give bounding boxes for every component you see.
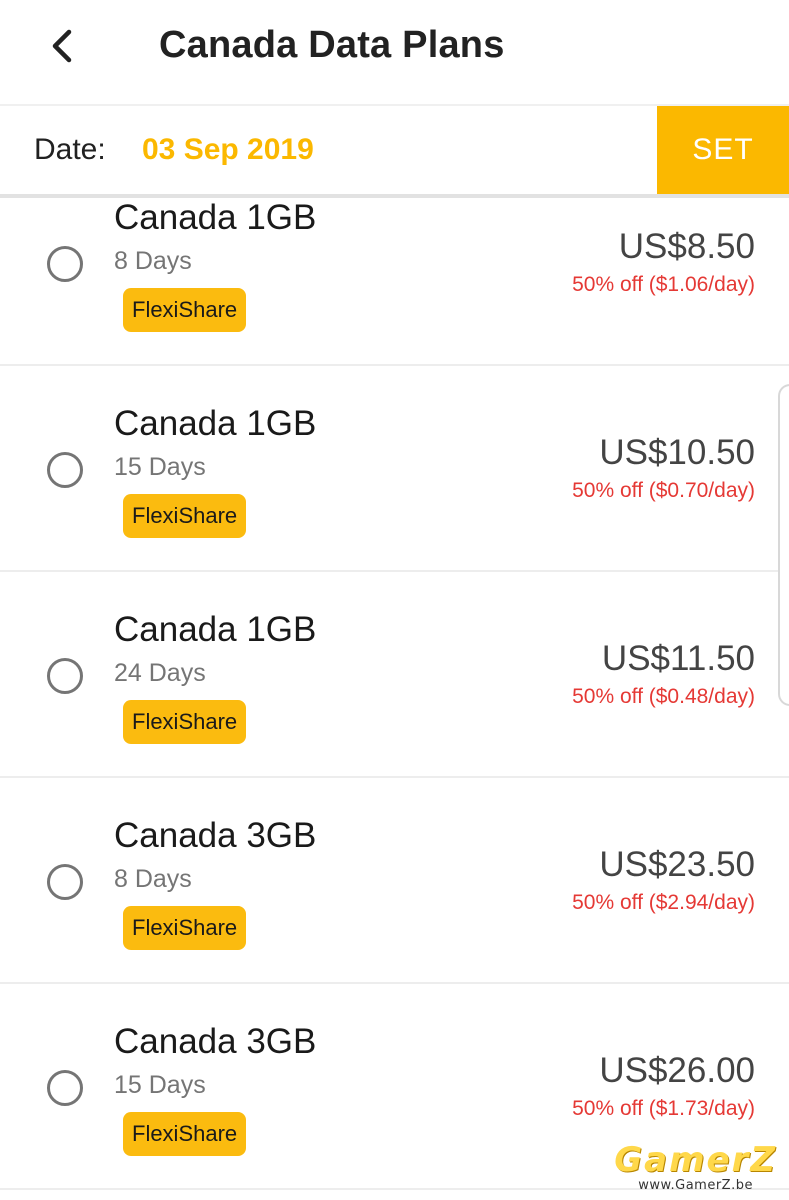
plan-duration: 15 Days: [114, 1071, 206, 1099]
plan-item[interactable]: Canada 3GB 8 Days FlexiShare US$23.50 50…: [0, 778, 789, 984]
back-arrow-icon: [52, 29, 72, 63]
plan-discount: 50% off ($1.06/day): [572, 273, 755, 296]
plan-price: US$26.00: [599, 1051, 755, 1090]
flexishare-badge: FlexiShare: [123, 494, 247, 538]
plan-item[interactable]: Canada 1GB 8 Days FlexiShare US$8.50 50%…: [0, 198, 789, 366]
plan-duration: 24 Days: [114, 659, 206, 687]
date-bar: Date: 03 Sep 2019 SET: [0, 106, 789, 198]
plan-name: Canada 3GB: [114, 816, 317, 855]
plan-name: Canada 3GB: [114, 1022, 317, 1061]
plan-item[interactable]: Canada 1GB 24 Days FlexiShare US$11.50 5…: [0, 572, 789, 778]
plan-list: Canada 1GB 8 Days FlexiShare US$8.50 50%…: [0, 198, 789, 1200]
plan-name: Canada 1GB: [114, 610, 317, 649]
plan-discount: 50% off ($0.70/day): [572, 479, 755, 502]
plan-price: US$10.50: [599, 433, 755, 472]
flexishare-badge: FlexiShare: [123, 700, 247, 744]
radio-button[interactable]: [47, 452, 83, 488]
app-header: Canada Data Plans: [0, 0, 789, 106]
plan-price: US$11.50: [601, 639, 755, 678]
radio-button[interactable]: [47, 658, 83, 694]
set-button[interactable]: SET: [657, 106, 789, 194]
plan-discount: 50% off ($2.94/day): [572, 891, 755, 914]
edge-panel-handle[interactable]: [778, 384, 789, 706]
plan-discount: 50% off ($0.48/day): [572, 685, 755, 708]
flexishare-badge: FlexiShare: [123, 906, 247, 950]
radio-button[interactable]: [47, 1070, 83, 1106]
radio-button[interactable]: [47, 246, 83, 282]
page-title: Canada Data Plans: [159, 24, 505, 66]
plan-duration: 8 Days: [114, 247, 192, 275]
radio-button[interactable]: [47, 864, 83, 900]
plan-price: US$23.50: [599, 845, 755, 884]
flexishare-badge: FlexiShare: [123, 288, 247, 332]
plan-price: US$8.50: [618, 227, 755, 266]
plan-duration: 15 Days: [114, 453, 206, 481]
plan-name: Canada 1GB: [114, 198, 317, 237]
date-picker-value[interactable]: 03 Sep 2019: [142, 132, 314, 168]
flexishare-badge: FlexiShare: [123, 1112, 247, 1156]
plan-duration: 8 Days: [114, 865, 192, 893]
back-button[interactable]: [34, 18, 90, 74]
watermark-logo: GamerZ: [614, 1140, 777, 1180]
plan-name: Canada 1GB: [114, 404, 317, 443]
plan-item[interactable]: Canada 1GB 15 Days FlexiShare US$10.50 5…: [0, 366, 789, 572]
watermark: GamerZ www.GamerZ.be: [614, 1143, 777, 1192]
watermark-url: www.GamerZ.be: [638, 1178, 753, 1193]
plan-discount: 50% off ($1.73/day): [572, 1097, 755, 1120]
date-label: Date:: [34, 133, 106, 166]
